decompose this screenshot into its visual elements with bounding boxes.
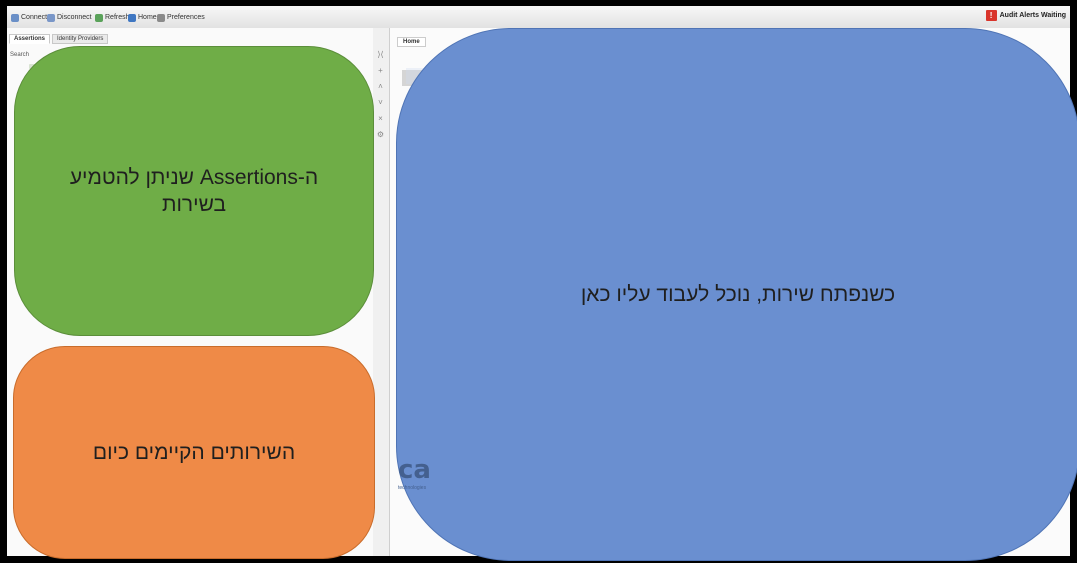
left-tabs: Assertions Identity Providers: [9, 34, 109, 44]
services-callout: השירותים הקיימים כיום: [13, 346, 375, 559]
refresh-button[interactable]: Refresh: [95, 12, 130, 23]
workspace-callout: כשנפתח שירות, נוכל לעבוד עליו כאן: [396, 28, 1077, 561]
tab-home[interactable]: Home: [397, 37, 426, 47]
services-callout-text: השירותים הקיימים כיום: [92, 440, 296, 464]
assertions-callout: ה-Assertions שניתן להטמיע בשירות: [14, 46, 374, 336]
connect-button[interactable]: Connect: [11, 12, 47, 23]
add-icon[interactable]: +: [376, 66, 385, 75]
audit-alerts-button[interactable]: ! Audit Alerts Waiting: [985, 10, 1066, 21]
ca-logo-subtitle: technologies: [398, 485, 427, 491]
preferences-button[interactable]: Preferences: [157, 12, 205, 23]
alert-icon: !: [985, 10, 997, 21]
tab-identity-providers[interactable]: Identity Providers: [52, 34, 109, 44]
assertions-callout-line1: ה-Assertions שניתן להטמיע: [69, 166, 319, 189]
chevron-down-icon[interactable]: ˅: [376, 98, 385, 107]
disconnect-icon: [47, 13, 55, 22]
refresh-icon: [95, 13, 103, 22]
panel-controls: ⟩⟨ + ˄ ˅ × ⚙: [373, 28, 390, 556]
close-icon[interactable]: ×: [376, 114, 385, 123]
settings-icon[interactable]: ⚙: [376, 130, 385, 139]
collapse-icon[interactable]: ⟩⟨: [376, 50, 385, 59]
disconnect-button[interactable]: Disconnect: [47, 12, 92, 23]
preferences-icon: [157, 13, 165, 22]
connect-icon: [11, 13, 19, 22]
workspace-callout-text: כשנפתח שירות, נוכל לעבוד עליו כאן: [580, 282, 896, 306]
toolbar: Connect Disconnect Refresh Home Preferen…: [7, 6, 1070, 29]
home-button[interactable]: Home: [128, 12, 157, 23]
assertions-callout-line2: בשירות: [161, 193, 227, 216]
tab-assertions[interactable]: Assertions: [9, 34, 51, 44]
home-icon: [128, 13, 136, 22]
search-label: Search: [10, 52, 30, 58]
chevron-up-icon[interactable]: ˄: [376, 82, 385, 91]
ca-logo: ca: [398, 455, 431, 485]
